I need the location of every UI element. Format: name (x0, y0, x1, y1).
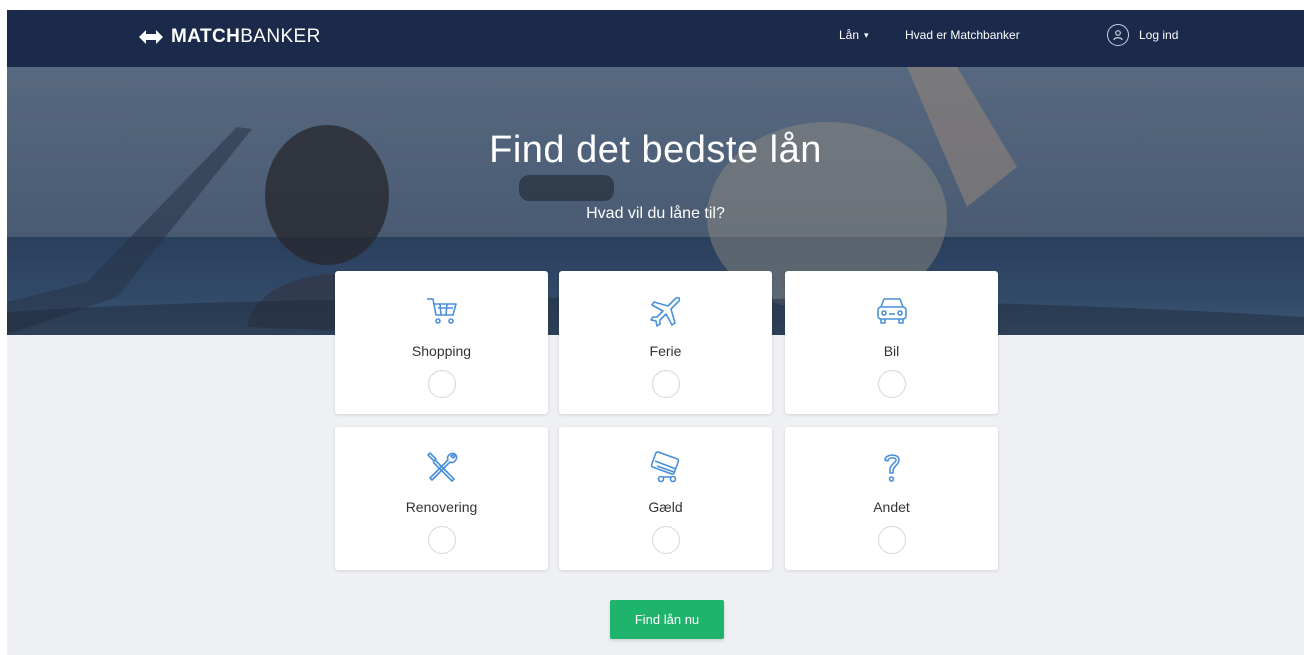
card-label: Ferie (649, 343, 682, 359)
card-label: Renovering (405, 499, 478, 515)
logo-text-match: MATCH (171, 26, 241, 47)
page-frame: MATCH BANKER Lån ▾ Hvad er Matchbanker L… (7, 10, 1304, 655)
airplane-icon (648, 293, 684, 329)
loan-purpose-card-renovation[interactable]: Renovering (335, 427, 548, 570)
card-label: Shopping (411, 343, 472, 359)
question-mark-icon (874, 449, 910, 485)
nav-link-about[interactable]: Hvad er Matchbanker (905, 28, 1020, 42)
option-radio[interactable] (651, 370, 680, 398)
login-link[interactable]: Log ind (1107, 24, 1178, 46)
matchbanker-logo[interactable]: MATCH BANKER (139, 25, 321, 49)
login-label: Log ind (1139, 28, 1179, 42)
logo-text-banker: BANKER (240, 26, 321, 47)
user-icon (1107, 24, 1129, 46)
card-label: Andet (873, 499, 910, 515)
option-radio[interactable] (651, 526, 680, 554)
find-loan-button[interactable]: Find lån nu (610, 600, 724, 639)
tools-icon (424, 449, 460, 485)
hero-subtitle: Hvad vil du låne til? (586, 205, 725, 222)
loan-purpose-card-vacation[interactable]: Ferie (559, 271, 772, 414)
card-label: Bil (883, 343, 900, 359)
option-radio[interactable] (427, 370, 456, 398)
card-label: Gæld (648, 499, 683, 515)
nav-menu-loans-label: Lån (839, 28, 860, 42)
nav-menu-loans[interactable]: Lån ▾ (839, 28, 869, 42)
loan-purpose-card-car[interactable]: Bil (785, 271, 998, 414)
shopping-cart-icon (424, 293, 460, 329)
hero-title: Find det bedste lån (489, 129, 822, 171)
car-icon (874, 293, 910, 329)
nav-link-about-label: Hvad er Matchbanker (905, 28, 1020, 42)
chevron-down-icon: ▾ (864, 29, 869, 40)
logo-arrows-icon (139, 30, 163, 44)
debt-icon (648, 449, 684, 485)
option-radio[interactable] (427, 526, 456, 554)
option-radio[interactable] (877, 370, 906, 398)
option-radio[interactable] (877, 526, 906, 554)
loan-purpose-card-other[interactable]: Andet (785, 427, 998, 570)
loan-purpose-card-debt[interactable]: Gæld (559, 427, 772, 570)
loan-purpose-card-shopping[interactable]: Shopping (335, 271, 548, 414)
top-navbar: MATCH BANKER Lån ▾ Hvad er Matchbanker L… (7, 10, 1304, 67)
